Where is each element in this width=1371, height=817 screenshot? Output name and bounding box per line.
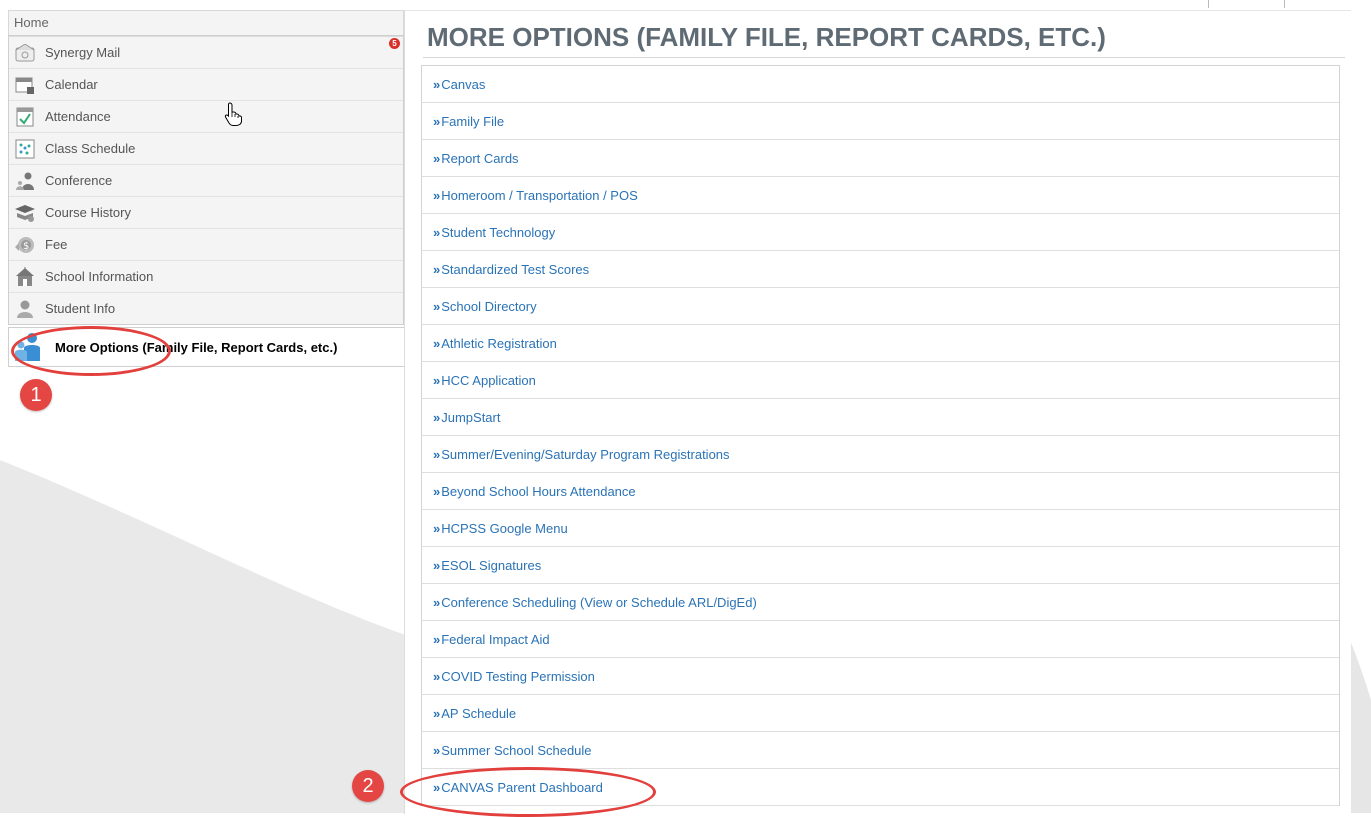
option-link[interactable]: » Athletic Registration [422,325,1339,362]
attendance-icon [14,106,36,128]
sidebar-item-label: Course History [45,205,131,220]
option-label: Report Cards [441,150,519,166]
sidebar-list: Synergy Mail 5 Calendar Attendance Class… [8,35,404,325]
svg-text:$: $ [23,241,29,252]
sidebar-item-synergy-mail[interactable]: Synergy Mail 5 [9,36,403,68]
double-chevron-icon: » [433,520,441,536]
sidebar-item-class-schedule[interactable]: Class Schedule [9,132,403,164]
option-link[interactable]: » Beyond School Hours Attendance [422,473,1339,510]
option-link[interactable]: » Federal Impact Aid [422,621,1339,658]
option-label: Conference Scheduling (View or Schedule … [441,594,757,610]
double-chevron-icon: » [433,409,441,425]
option-label: Athletic Registration [441,335,557,351]
option-link[interactable]: » Standardized Test Scores [422,251,1339,288]
main-panel: MORE OPTIONS (FAMILY FILE, REPORT CARDS,… [404,10,1351,814]
option-label: Family File [441,113,505,129]
double-chevron-icon: » [433,705,441,721]
hand-cursor-icon [224,102,242,131]
option-link[interactable]: » Canvas [422,66,1339,103]
sidebar-item-conference[interactable]: Conference [9,164,403,196]
annotation-ellipse-canvas-parent-dashboard [400,767,656,817]
sidebar-item-student-info[interactable]: Student Info [9,292,403,324]
annotation-step-2: 2 [352,770,384,802]
double-chevron-icon: » [433,335,441,351]
option-label: HCPSS Google Menu [441,520,568,536]
option-label: ESOL Signatures [441,557,542,573]
double-chevron-icon: » [433,187,441,203]
option-label: Beyond School Hours Attendance [441,483,636,499]
options-list: » Canvas» Family File» Report Cards» Homeroo… [421,65,1340,806]
double-chevron-icon: » [433,446,441,462]
sidebar-item-label: School Information [45,269,154,284]
option-link[interactable]: » Summer School Schedule [422,732,1339,769]
double-chevron-icon: » [433,742,441,758]
course-history-icon [14,202,36,224]
sidebar-item-label: Calendar [45,77,98,92]
sidebar-item-fee[interactable]: $ Fee [9,228,403,260]
option-label: AP Schedule [441,705,517,721]
page-title: MORE OPTIONS (FAMILY FILE, REPORT CARDS,… [427,22,1106,52]
option-label: Summer/Evening/Saturday Program Registra… [441,446,730,462]
annotation-ellipse-more-options [11,326,171,376]
annotation-step-1: 1 [20,379,52,411]
option-label: Homeroom / Transportation / POS [441,187,638,203]
option-label: Canvas [441,76,486,92]
fee-icon: $ [14,234,36,256]
option-link[interactable]: » JumpStart [422,399,1339,436]
option-link[interactable]: » School Directory [422,288,1339,325]
sidebar-nav: Home Synergy Mail 5 Calendar Attendance [8,10,404,367]
sidebar-item-school-information[interactable]: School Information [9,260,403,292]
mail-icon [14,42,36,64]
sidebar-home[interactable]: Home [8,10,404,35]
class-schedule-icon [14,138,36,160]
sidebar-item-label: Student Info [45,301,116,316]
double-chevron-icon: » [433,483,441,499]
title-divider [423,57,1345,58]
sidebar-item-label: Synergy Mail [45,45,121,60]
school-icon [14,266,36,288]
option-link[interactable]: » Summer/Evening/Saturday Program Registr… [422,436,1339,473]
option-label: School Directory [441,298,537,314]
unread-badge: 5 [389,38,400,49]
conference-icon [14,170,36,192]
top-edge-stub [1208,0,1285,8]
option-link[interactable]: » ESOL Signatures [422,547,1339,584]
sidebar-item-label: Conference [45,173,113,188]
double-chevron-icon: » [433,372,441,388]
option-link[interactable]: » HCPSS Google Menu [422,510,1339,547]
double-chevron-icon: » [433,113,441,129]
option-label: Federal Impact Aid [441,631,550,647]
calendar-icon [14,74,36,96]
option-link[interactable]: » Family File [422,103,1339,140]
sidebar-item-label: Class Schedule [45,141,136,156]
sidebar-item-course-history[interactable]: Course History [9,196,403,228]
option-label: Student Technology [441,224,556,240]
option-label: Standardized Test Scores [441,261,590,277]
option-label: JumpStart [441,409,501,425]
option-label: Summer School Schedule [441,742,592,758]
sidebar-item-calendar[interactable]: Calendar [9,68,403,100]
option-label: HCC Application [441,372,536,388]
double-chevron-icon: » [433,76,441,92]
double-chevron-icon: » [433,557,441,573]
double-chevron-icon: » [433,631,441,647]
option-link[interactable]: » Homeroom / Transportation / POS [422,177,1339,214]
double-chevron-icon: » [433,150,441,166]
double-chevron-icon: » [433,224,441,240]
option-link[interactable]: » Conference Scheduling (View or Schedule… [422,584,1339,621]
option-label: COVID Testing Permission [441,668,595,684]
sidebar-item-label: Attendance [45,109,111,124]
option-link[interactable]: » AP Schedule [422,695,1339,732]
double-chevron-icon: » [433,298,441,314]
sidebar-item-attendance[interactable]: Attendance [9,100,403,132]
option-link[interactable]: » COVID Testing Permission [422,658,1339,695]
option-link[interactable]: » HCC Application [422,362,1339,399]
double-chevron-icon: » [433,668,441,684]
sidebar-item-label: Fee [45,237,68,252]
double-chevron-icon: » [433,261,441,277]
option-link[interactable]: » Student Technology [422,214,1339,251]
student-icon [14,298,36,320]
double-chevron-icon: » [433,594,441,610]
option-link[interactable]: » Report Cards [422,140,1339,177]
